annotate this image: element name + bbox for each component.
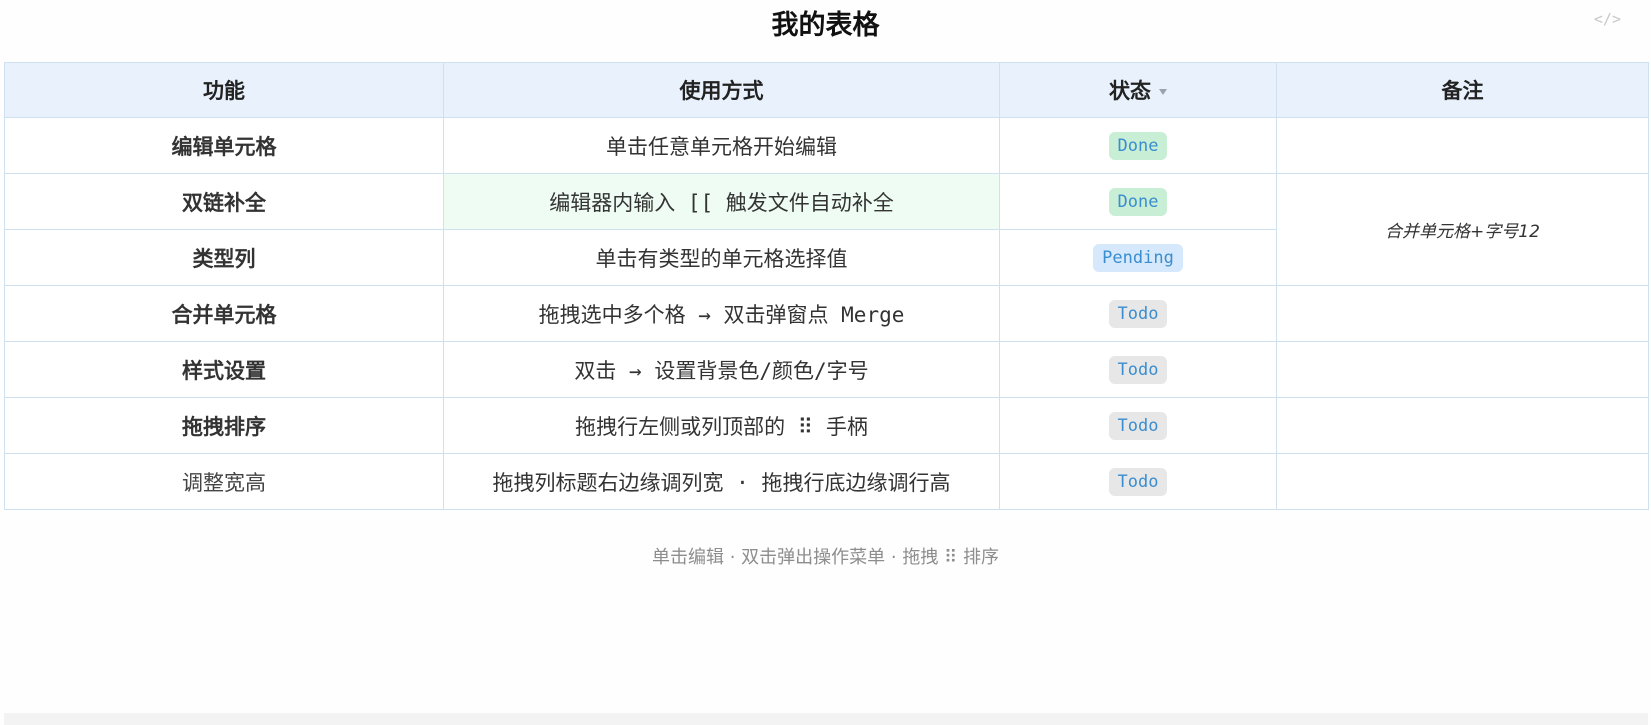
page-title: 我的表格 xyxy=(771,10,880,41)
note-cell[interactable] xyxy=(1276,117,1649,174)
page: 我的表格 </> 功能 使用方式 状态 备注 编辑单元格 单击任意单元格开始编辑… xyxy=(0,0,1651,725)
feature-cell[interactable]: 类型列 xyxy=(4,229,444,286)
status-badge[interactable]: Done xyxy=(1108,187,1168,216)
merged-note-cell[interactable]: 合并单元格+字号12 xyxy=(1276,173,1649,286)
header-row: 功能 使用方式 状态 备注 xyxy=(4,62,1649,118)
status-badge[interactable]: Todo xyxy=(1108,411,1168,440)
note-cell[interactable] xyxy=(1276,285,1649,342)
status-badge[interactable]: Pending xyxy=(1093,243,1183,272)
usage-cell[interactable]: 拖拽列标题右边缘调列宽 · 拖拽行底边缘调行高 xyxy=(443,453,1000,510)
note-cell[interactable] xyxy=(1276,453,1649,510)
note-cell[interactable] xyxy=(1276,397,1649,454)
status-badge[interactable]: Todo xyxy=(1108,355,1168,384)
status-cell[interactable]: Done xyxy=(999,173,1277,230)
feature-cell[interactable]: 双链补全 xyxy=(4,173,444,230)
status-cell[interactable]: Todo xyxy=(999,397,1277,454)
table-row: 合并单元格 拖拽选中多个格 → 双击弹窗点 Merge Todo xyxy=(4,285,1649,342)
column-header-label: 使用方式 xyxy=(679,79,764,103)
column-header-label: 功能 xyxy=(203,79,245,103)
status-badge[interactable]: Todo xyxy=(1108,467,1168,496)
code-view-icon[interactable]: </> xyxy=(1594,10,1621,28)
feature-cell[interactable]: 样式设置 xyxy=(4,341,444,398)
status-badge[interactable]: Todo xyxy=(1108,299,1168,328)
usage-cell[interactable]: 编辑器内输入 [[ 触发文件自动补全 xyxy=(443,173,1000,230)
status-cell[interactable]: Done xyxy=(999,117,1277,174)
status-cell[interactable]: Todo xyxy=(999,341,1277,398)
usage-cell[interactable]: 单击有类型的单元格选择值 xyxy=(443,229,1000,286)
feature-cell[interactable]: 编辑单元格 xyxy=(4,117,444,174)
table-row: 样式设置 双击 → 设置背景色/颜色/字号 Todo xyxy=(4,341,1649,398)
usage-cell[interactable]: 拖拽行左侧或列顶部的 ⠿ 手柄 xyxy=(443,397,1000,454)
table-row: 双链补全 编辑器内输入 [[ 触发文件自动补全 Done 合并单元格+字号12 xyxy=(4,173,1649,286)
horizontal-scrollbar[interactable] xyxy=(4,713,1648,725)
footer-hint: 单击编辑 · 双击弹出操作菜单 · 拖拽 ⠿ 排序 xyxy=(652,547,999,568)
column-header-feature[interactable]: 功能 xyxy=(4,62,444,118)
note-cell[interactable] xyxy=(1276,341,1649,398)
column-header-note[interactable]: 备注 xyxy=(1276,62,1649,118)
usage-cell[interactable]: 双击 → 设置背景色/颜色/字号 xyxy=(443,341,1000,398)
feature-cell[interactable]: 拖拽排序 xyxy=(4,397,444,454)
status-cell[interactable]: Pending xyxy=(999,229,1277,286)
column-header-status[interactable]: 状态 xyxy=(999,62,1277,118)
usage-cell[interactable]: 单击任意单元格开始编辑 xyxy=(443,117,1000,174)
usage-cell[interactable]: 拖拽选中多个格 → 双击弹窗点 Merge xyxy=(443,285,1000,342)
column-header-label: 备注 xyxy=(1441,79,1484,103)
column-header-usage[interactable]: 使用方式 xyxy=(443,62,1000,118)
status-badge[interactable]: Done xyxy=(1108,131,1168,160)
feature-cell[interactable]: 合并单元格 xyxy=(4,285,444,342)
sort-caret-icon[interactable] xyxy=(1159,89,1167,95)
column-header-label: 状态 xyxy=(1109,79,1151,103)
table-row: 调整宽高 拖拽列标题右边缘调列宽 · 拖拽行底边缘调行高 Todo xyxy=(4,453,1649,510)
table-row: 拖拽排序 拖拽行左侧或列顶部的 ⠿ 手柄 Todo xyxy=(4,397,1649,454)
table-row: 编辑单元格 单击任意单元格开始编辑 Done xyxy=(4,117,1649,174)
status-cell[interactable]: Todo xyxy=(999,285,1277,342)
status-cell[interactable]: Todo xyxy=(999,453,1277,510)
data-table: 功能 使用方式 状态 备注 编辑单元格 单击任意单元格开始编辑 Done 双链补… xyxy=(4,62,1649,510)
feature-cell[interactable]: 调整宽高 xyxy=(4,453,444,510)
